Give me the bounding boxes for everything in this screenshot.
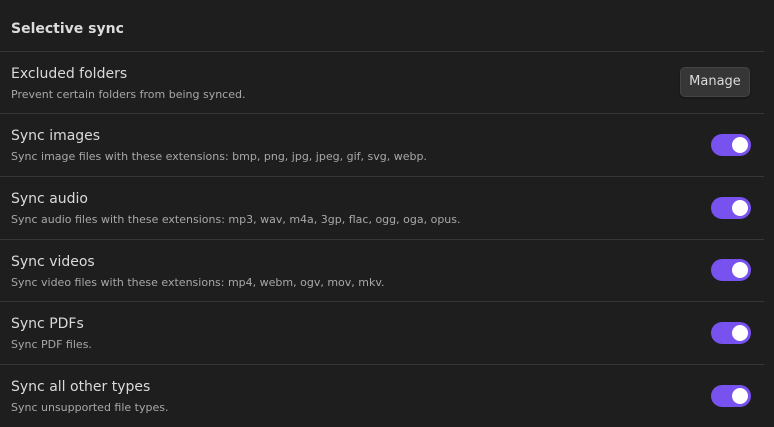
setting-description: Sync image files with these extensions: …: [11, 150, 427, 163]
setting-name: Excluded folders: [11, 66, 128, 82]
setting-description: Prevent certain folders from being synce…: [11, 88, 246, 101]
sync-pdfs-toggle[interactable]: [711, 322, 751, 344]
section-title: Selective sync: [11, 21, 124, 37]
sync-other-types-toggle[interactable]: [711, 385, 751, 407]
toggle-knob: [732, 200, 748, 216]
setting-name: Sync images: [11, 128, 101, 144]
toggle-knob: [732, 388, 748, 404]
sync-images-toggle[interactable]: [711, 134, 751, 156]
setting-description: Sync PDF files.: [11, 338, 92, 351]
setting-name: Sync videos: [11, 254, 95, 270]
sync-videos-toggle[interactable]: [711, 259, 751, 281]
settings-panel: Selective sync Excluded folders Prevent …: [0, 0, 774, 427]
setting-row-sync-images: Sync images Sync image files with these …: [0, 114, 764, 176]
setting-row-excluded-folders: Excluded folders Prevent certain folders…: [0, 52, 764, 114]
manage-button[interactable]: Manage: [680, 67, 750, 97]
setting-description: Sync unsupported file types.: [11, 401, 169, 414]
setting-name: Sync all other types: [11, 379, 151, 395]
setting-description: Sync audio files with these extensions: …: [11, 213, 461, 226]
toggle-knob: [732, 137, 748, 153]
setting-row-sync-other-types: Sync all other types Sync unsupported fi…: [0, 365, 764, 427]
sync-audio-toggle[interactable]: [711, 197, 751, 219]
setting-name: Sync PDFs: [11, 316, 84, 332]
toggle-knob: [732, 262, 748, 278]
setting-row-sync-pdfs: Sync PDFs Sync PDF files.: [0, 302, 764, 364]
toggle-knob: [732, 325, 748, 341]
setting-name: Sync audio: [11, 191, 88, 207]
setting-row-sync-audio: Sync audio Sync audio files with these e…: [0, 177, 764, 239]
setting-description: Sync video files with these extensions: …: [11, 276, 385, 289]
setting-row-sync-videos: Sync videos Sync video files with these …: [0, 240, 764, 302]
